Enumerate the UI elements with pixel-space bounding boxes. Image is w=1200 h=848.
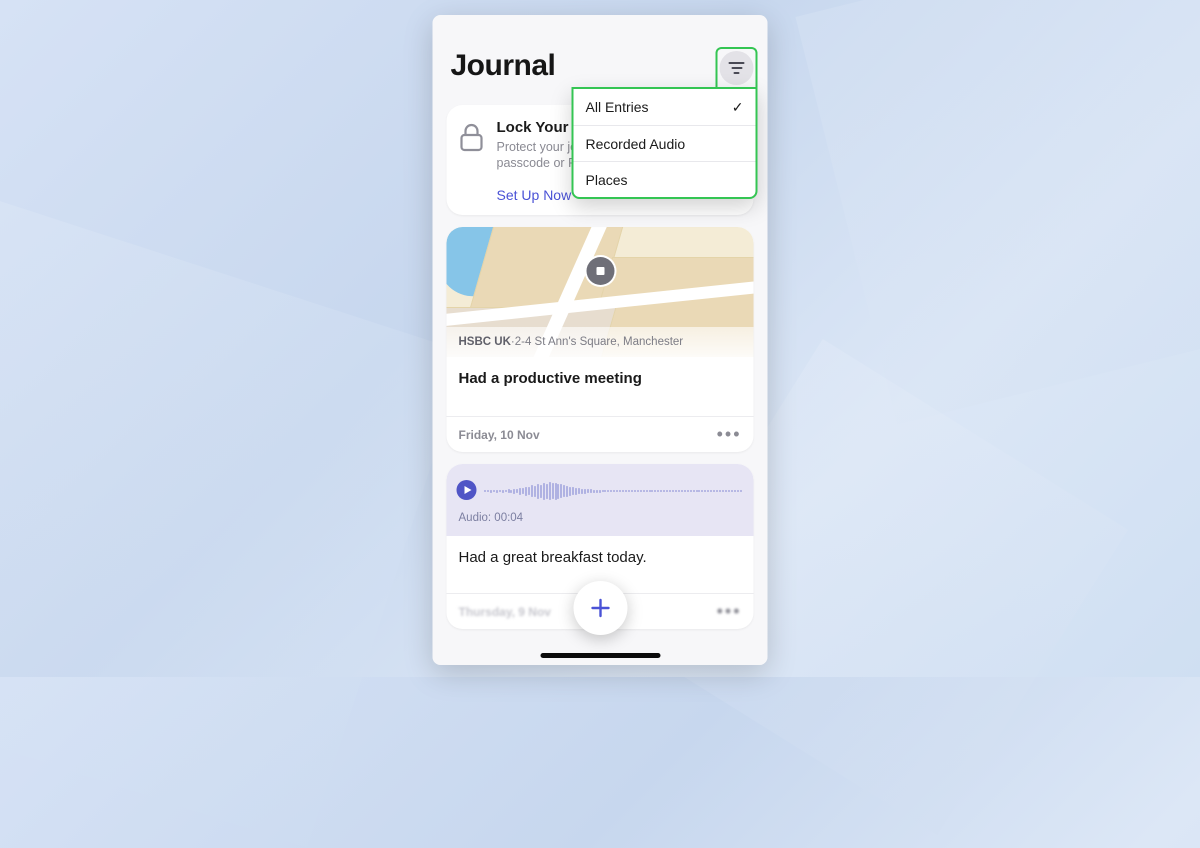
plus-icon bbox=[588, 596, 612, 620]
entry-date: Thursday, 9 Nov bbox=[459, 605, 551, 619]
audio-waveform bbox=[485, 480, 742, 502]
lock-setup-link[interactable]: Set Up Now bbox=[497, 187, 572, 203]
home-indicator bbox=[540, 653, 660, 658]
entry-footer: Friday, 10 Nov ••• bbox=[447, 416, 754, 452]
filter-option-label: Recorded Audio bbox=[586, 136, 686, 152]
entry-more-button[interactable]: ••• bbox=[717, 424, 742, 445]
filter-option-recorded-audio[interactable]: Recorded Audio bbox=[574, 125, 756, 161]
filter-option-label: All Entries bbox=[586, 99, 649, 115]
phone-frame: Journal Lock Your Journal Protect your j… bbox=[433, 15, 768, 665]
entry-title: Had a great breakfast today. bbox=[459, 549, 647, 566]
add-entry-button[interactable] bbox=[573, 581, 627, 635]
play-button[interactable] bbox=[457, 480, 477, 500]
journal-screen: Journal Lock Your Journal Protect your j… bbox=[433, 15, 768, 665]
entry-audio-area: Audio: 00:04 bbox=[447, 464, 754, 536]
entry-location-caption: HSBC UK · 2-4 St Ann's Square, Mancheste… bbox=[447, 327, 754, 357]
filter-option-all-entries[interactable]: All Entries ✓ bbox=[574, 89, 756, 125]
journal-entry-card[interactable]: HSBC UK · 2-4 St Ann's Square, Mancheste… bbox=[447, 227, 754, 452]
lock-icon bbox=[459, 123, 485, 158]
check-icon: ✓ bbox=[732, 99, 744, 116]
app-header: Journal bbox=[433, 47, 768, 91]
map-pin-icon bbox=[586, 257, 614, 285]
entry-date: Friday, 10 Nov bbox=[459, 428, 540, 442]
filter-icon bbox=[729, 62, 745, 74]
entry-map-thumbnail: HSBC UK · 2-4 St Ann's Square, Mancheste… bbox=[447, 227, 754, 357]
entry-title: Had a productive meeting bbox=[459, 370, 642, 387]
filter-option-places[interactable]: Places bbox=[574, 161, 756, 197]
entry-more-button[interactable]: ••• bbox=[717, 601, 742, 622]
filter-option-label: Places bbox=[586, 172, 628, 188]
page-title: Journal bbox=[451, 49, 556, 83]
filter-button[interactable] bbox=[720, 51, 754, 85]
filter-menu: All Entries ✓ Recorded Audio Places bbox=[572, 87, 758, 199]
audio-duration-label: Audio: 00:04 bbox=[459, 512, 524, 524]
